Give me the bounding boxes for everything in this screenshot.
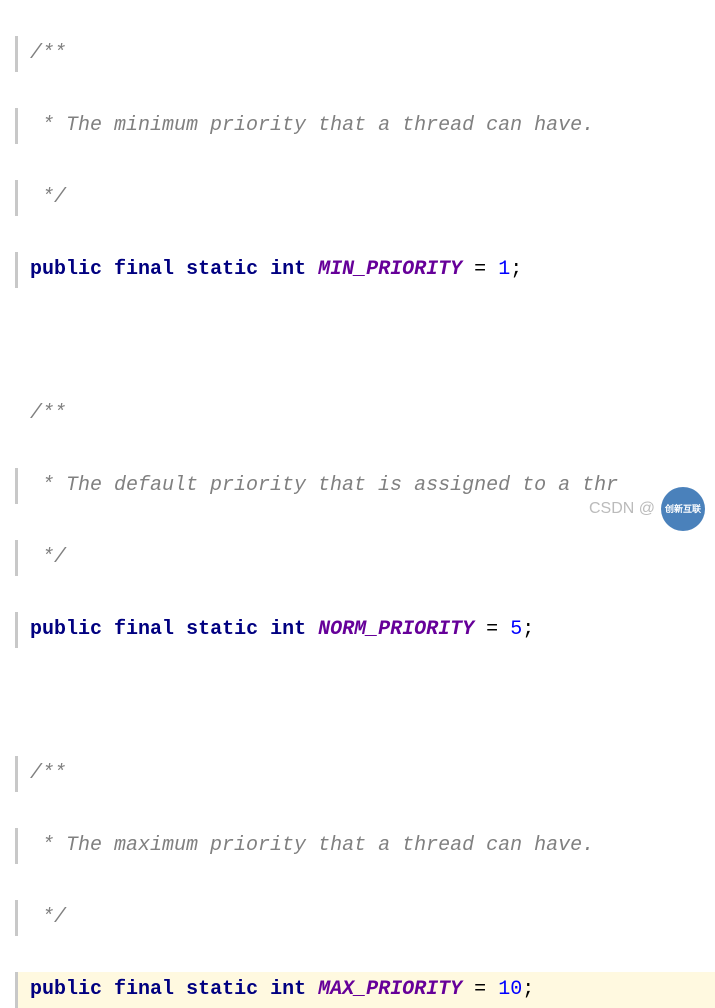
- assign-op: =: [462, 978, 498, 1001]
- javadoc-open: /**: [18, 402, 66, 425]
- declaration-line: public final static int MIN_PRIORITY = 1…: [15, 252, 715, 288]
- semicolon: ;: [522, 978, 534, 1001]
- javadoc-close: */: [30, 186, 66, 209]
- constant-min-priority: MIN_PRIORITY: [318, 258, 462, 281]
- javadoc-body: * The maximum priority that a thread can…: [30, 834, 594, 857]
- semicolon: ;: [510, 258, 522, 281]
- javadoc-body: * The minimum priority that a thread can…: [30, 114, 594, 137]
- assign-op: =: [462, 258, 498, 281]
- comment-line: /**: [15, 36, 715, 72]
- keyword-final: final: [114, 258, 174, 281]
- keyword-public: public: [30, 618, 102, 641]
- keyword-static: static: [186, 978, 258, 1001]
- keyword-public: public: [30, 258, 102, 281]
- comment-line: /**: [15, 756, 715, 792]
- constant-max-priority: MAX_PRIORITY: [318, 978, 462, 1001]
- blank-line: [18, 684, 715, 720]
- javadoc-body: * The default priority that is assigned …: [18, 474, 618, 497]
- keyword-public: public: [30, 978, 102, 1001]
- watermark-logo-text: 创新互联: [665, 505, 701, 514]
- assign-op: =: [474, 618, 510, 641]
- number-literal: 10: [498, 978, 522, 1001]
- javadoc-open: /**: [30, 762, 66, 785]
- javadoc-close: */: [18, 546, 66, 569]
- blank-line: [18, 324, 715, 360]
- watermark-logo-icon: 创新互联: [661, 487, 705, 531]
- comment-line: */: [15, 180, 715, 216]
- keyword-static: static: [186, 258, 258, 281]
- javadoc-close: */: [30, 906, 66, 929]
- keyword-static: static: [186, 618, 258, 641]
- keyword-final: final: [114, 618, 174, 641]
- comment-line: */: [15, 900, 715, 936]
- watermark-text: CSDN @: [589, 500, 655, 518]
- javadoc-open: /**: [30, 42, 66, 65]
- semicolon: ;: [522, 618, 534, 641]
- comment-line: */: [15, 540, 715, 576]
- keyword-int: int: [270, 618, 306, 641]
- comment-line: * The minimum priority that a thread can…: [15, 108, 715, 144]
- comment-line: * The maximum priority that a thread can…: [15, 828, 715, 864]
- number-literal: 1: [498, 258, 510, 281]
- watermark: CSDN @ 创新互联: [589, 487, 705, 531]
- number-literal: 5: [510, 618, 522, 641]
- declaration-line: public final static int NORM_PRIORITY = …: [15, 612, 715, 648]
- keyword-int: int: [270, 258, 306, 281]
- declaration-line-highlighted: public final static int MAX_PRIORITY = 1…: [15, 972, 715, 1008]
- constant-norm-priority: NORM_PRIORITY: [318, 618, 474, 641]
- comment-line: /**: [18, 396, 715, 432]
- keyword-final: final: [114, 978, 174, 1001]
- keyword-int: int: [270, 978, 306, 1001]
